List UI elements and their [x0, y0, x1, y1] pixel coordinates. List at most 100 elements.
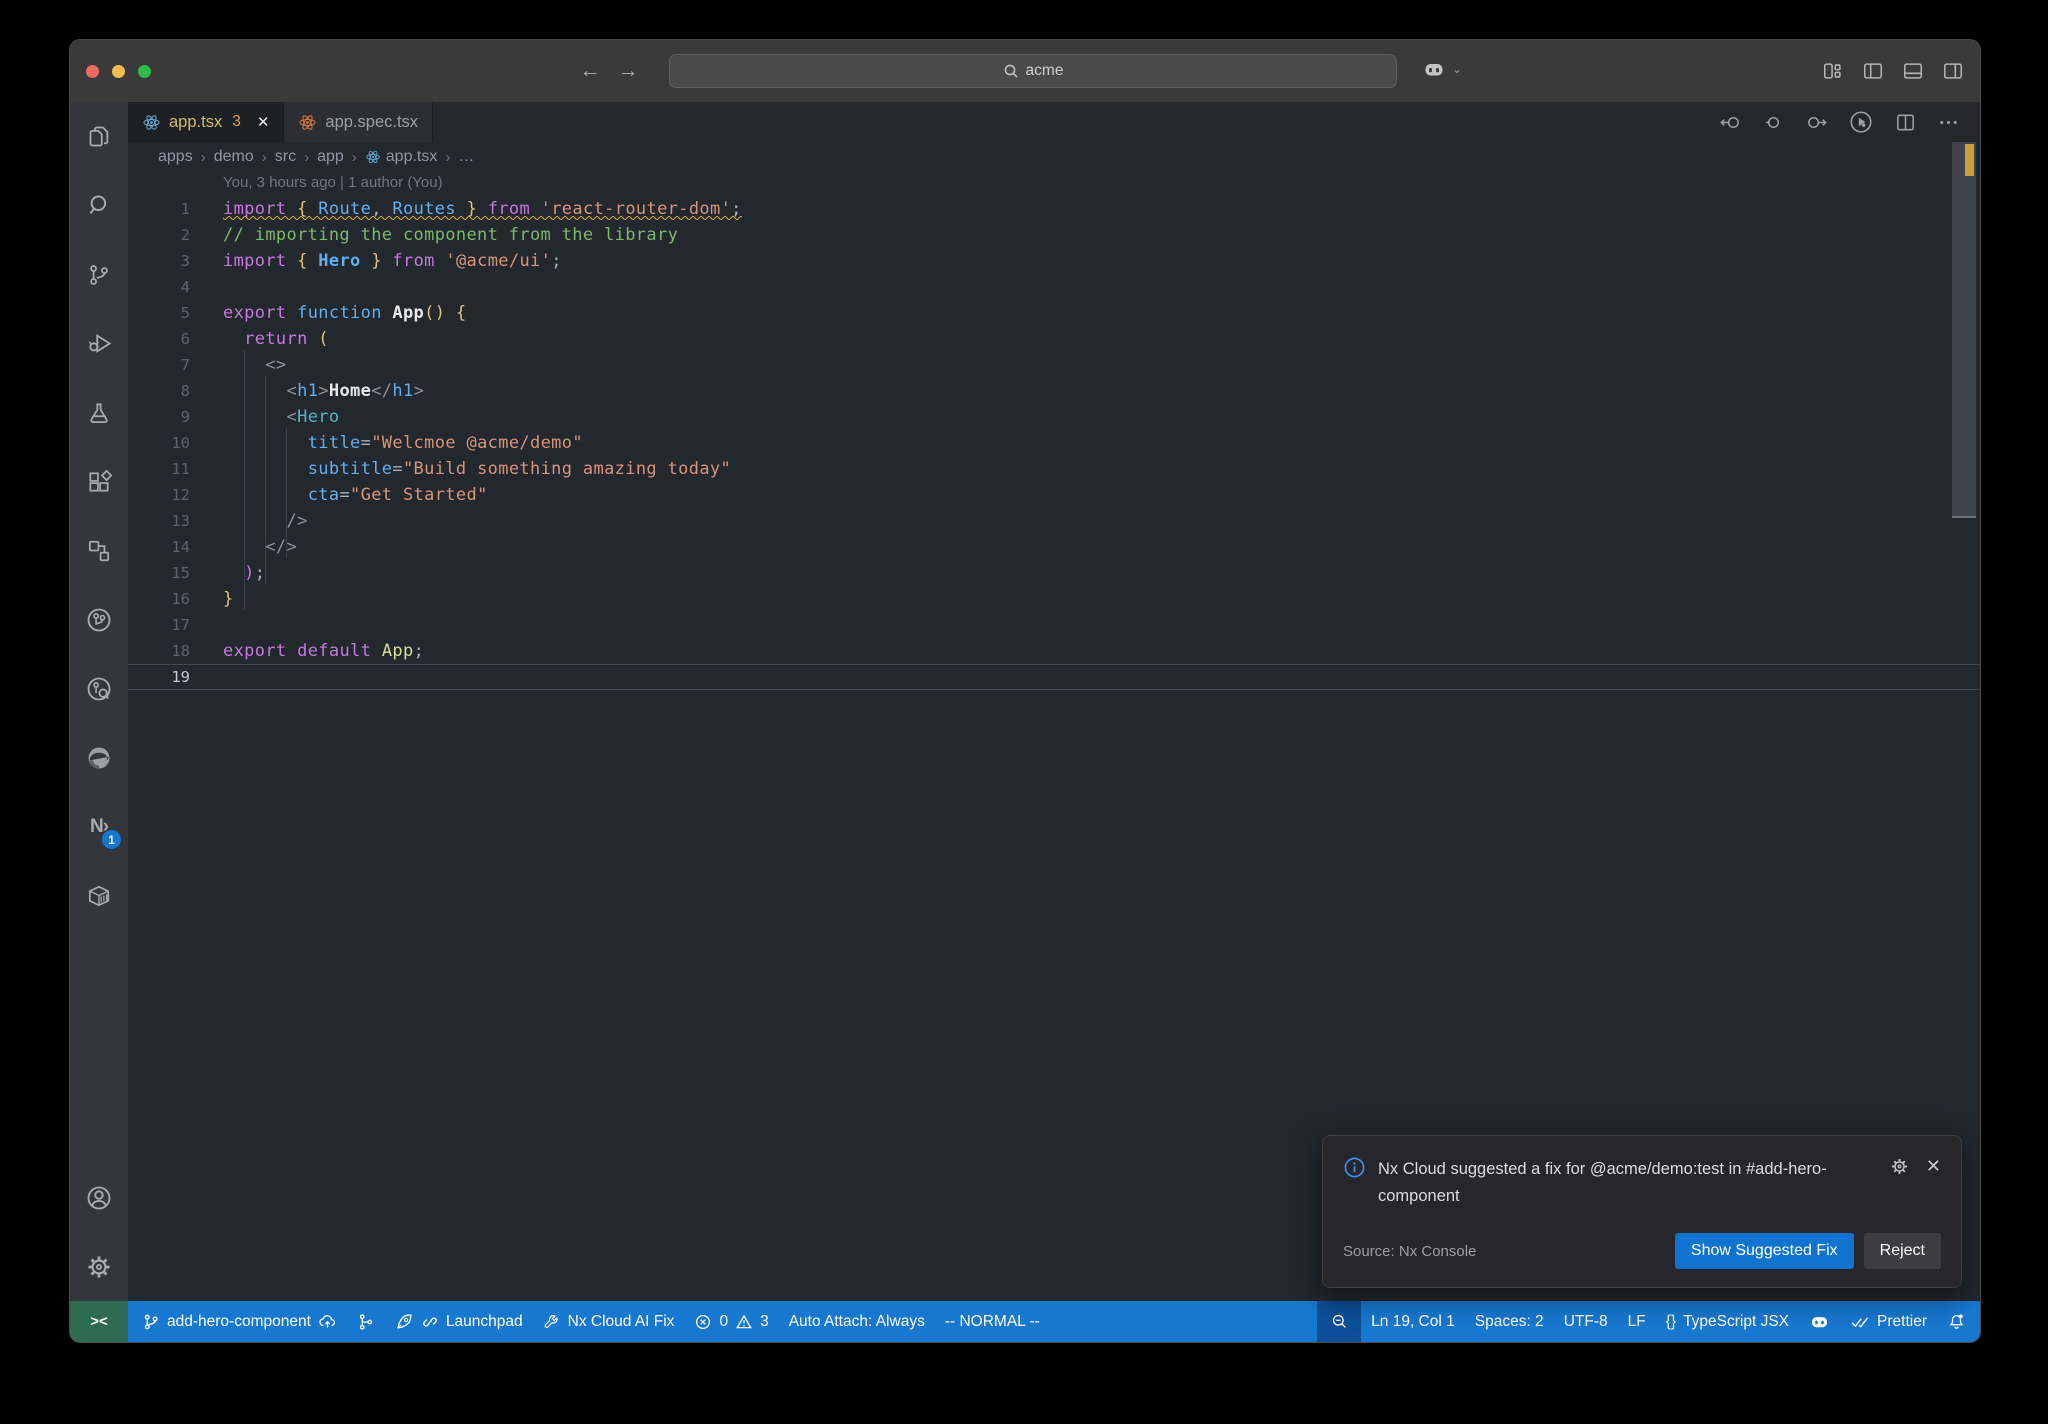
- copilot-menu[interactable]: ⌄: [1422, 57, 1462, 81]
- editor-scrollbar-thumb[interactable]: [1952, 142, 1976, 518]
- code-token: =: [360, 433, 372, 453]
- eol-label: LF: [1627, 1312, 1646, 1330]
- code-line[interactable]: 3 import { Hero } from '@acme/ui';: [128, 248, 1980, 274]
- code-line[interactable]: 4: [128, 274, 1980, 300]
- line-number: 12: [171, 486, 190, 504]
- code-token: {: [297, 251, 308, 271]
- code-line[interactable]: 15 );: [128, 560, 1980, 586]
- double-check-icon: [1851, 1316, 1869, 1328]
- status-vim-mode[interactable]: -- NORMAL --: [935, 1301, 1050, 1342]
- status-branch[interactable]: add-hero-component: [128, 1301, 347, 1342]
- code-line[interactable]: 6 return (: [128, 326, 1980, 352]
- code-token: "Build something amazing today": [402, 459, 732, 479]
- remote-indicator[interactable]: ><: [70, 1301, 128, 1342]
- code-line[interactable]: 10 title="Welcmoe @acme/demo": [128, 430, 1980, 456]
- status-language[interactable]: {} TypeScript JSX: [1656, 1301, 1799, 1342]
- status-formatter[interactable]: Prettier: [1840, 1301, 1937, 1342]
- status-notifications[interactable]: [1937, 1301, 1980, 1342]
- split-editor-icon[interactable]: [1894, 111, 1917, 134]
- breadcrumb-item[interactable]: demo: [214, 148, 254, 166]
- code-token: function: [297, 303, 382, 323]
- code-line[interactable]: 8 <h1>Home</h1>: [128, 378, 1980, 404]
- linked-boxes-icon: [88, 540, 110, 561]
- code-line[interactable]: 18 export default App;: [128, 638, 1980, 664]
- gear-icon[interactable]: [1889, 1156, 1910, 1177]
- toggle-primary-sidebar-icon[interactable]: [1862, 60, 1884, 82]
- status-copilot[interactable]: [1799, 1301, 1840, 1342]
- editor-pane[interactable]: You, 3 hours ago | 1 author (You) 1 impor…: [128, 172, 1980, 1301]
- more-actions-icon[interactable]: [1937, 111, 1960, 134]
- code-line[interactable]: 12 cta="Get Started": [128, 482, 1980, 508]
- status-nx-cloud-fix[interactable]: Nx Cloud AI Fix: [533, 1301, 685, 1342]
- sidebar-item-gitlens-inspect[interactable]: [70, 654, 128, 723]
- code-line[interactable]: 2 // importing the component from the lib…: [128, 222, 1980, 248]
- close-icon[interactable]: ✕: [257, 113, 270, 131]
- toggle-secondary-sidebar-icon[interactable]: [1942, 60, 1964, 82]
- close-icon[interactable]: ✕: [1926, 1156, 1941, 1177]
- nav-back-circle-icon[interactable]: [1719, 111, 1742, 134]
- nav-current-circle-icon[interactable]: [1762, 111, 1785, 134]
- sidebar-item-account[interactable]: [70, 1163, 128, 1232]
- status-commit-graph[interactable]: [347, 1301, 385, 1342]
- sidebar-item-project-structure[interactable]: [70, 516, 128, 585]
- run-icon[interactable]: [1848, 109, 1874, 135]
- nav-forward-circle-icon[interactable]: [1805, 111, 1828, 134]
- line-content: // importing the component from the libr…: [223, 225, 678, 245]
- reject-button[interactable]: Reject: [1863, 1233, 1941, 1269]
- code-line[interactable]: 16}: [128, 586, 1980, 612]
- sidebar-item-gitlens[interactable]: [70, 585, 128, 654]
- breadcrumb-item[interactable]: apps: [158, 148, 193, 166]
- code-line[interactable]: 14 </>: [128, 534, 1980, 560]
- line-number: 7: [180, 356, 190, 374]
- sidebar-item-containers[interactable]: [70, 861, 128, 930]
- breadcrumb-item[interactable]: app: [317, 148, 344, 166]
- sidebar-item-settings[interactable]: [70, 1232, 128, 1301]
- sidebar-item-testing[interactable]: [70, 378, 128, 447]
- code-token: ): [244, 563, 255, 583]
- status-indentation[interactable]: Spaces: 2: [1465, 1301, 1554, 1342]
- history-back-button[interactable]: ←: [575, 56, 605, 86]
- breadcrumb-item-file[interactable]: app.tsx: [365, 148, 437, 166]
- maximize-window-button[interactable]: [138, 65, 151, 78]
- code-line[interactable]: 1 import { Route, Routes } from 'react-ro…: [128, 196, 1980, 222]
- code-token: <: [286, 407, 298, 427]
- command-center-search[interactable]: acme: [669, 54, 1397, 88]
- line-number: 9: [180, 408, 190, 426]
- code-line[interactable]: 9 <Hero: [128, 404, 1980, 430]
- minimize-window-button[interactable]: [112, 65, 125, 78]
- sidebar-item-extensions[interactable]: [70, 447, 128, 516]
- history-forward-button[interactable]: →: [613, 56, 643, 86]
- code-line[interactable]: 13 />: [128, 508, 1980, 534]
- status-launchpad[interactable]: Launchpad: [385, 1301, 533, 1342]
- code-line[interactable]: 7 <>: [128, 352, 1980, 378]
- status-eol[interactable]: LF: [1618, 1301, 1656, 1342]
- copilot-icon: [1425, 64, 1443, 76]
- sidebar-item-nx-console[interactable]: N› 1: [70, 792, 128, 861]
- sidebar-item-search[interactable]: [70, 171, 128, 240]
- tab-app-spec-tsx[interactable]: app.spec.tsx: [284, 102, 434, 142]
- close-window-button[interactable]: [86, 65, 99, 78]
- tab-app-tsx[interactable]: app.tsx 3 ✕: [128, 102, 285, 142]
- line-number: 19: [171, 668, 190, 686]
- code-line[interactable]: 5 export function App() {: [128, 300, 1980, 326]
- breadcrumb-item[interactable]: src: [275, 148, 296, 166]
- sidebar-item-source-control[interactable]: [70, 240, 128, 309]
- customize-layout-icon[interactable]: [1822, 60, 1844, 82]
- sidebar-item-run-debug[interactable]: [70, 309, 128, 378]
- toggle-panel-icon[interactable]: [1902, 60, 1924, 82]
- show-suggested-fix-button[interactable]: Show Suggested Fix: [1674, 1233, 1854, 1269]
- code-line[interactable]: 17: [128, 612, 1980, 638]
- code-line[interactable]: 19: [128, 664, 1980, 690]
- sidebar-item-explorer[interactable]: [70, 102, 128, 171]
- sidebar-item-edge-browser[interactable]: [70, 723, 128, 792]
- status-problems[interactable]: 0 3: [684, 1301, 778, 1342]
- status-cursor-position[interactable]: Ln 19, Col 1: [1361, 1301, 1465, 1342]
- code-line[interactable]: 11 subtitle="Build something amazing tod…: [128, 456, 1980, 482]
- breadcrumb-item-symbol[interactable]: …: [458, 148, 474, 166]
- code-token: }: [466, 199, 478, 219]
- status-auto-attach[interactable]: Auto Attach: Always: [779, 1301, 935, 1342]
- status-encoding[interactable]: UTF-8: [1554, 1301, 1618, 1342]
- line-number: 14: [171, 538, 190, 556]
- status-zoom-indicator[interactable]: [1317, 1301, 1362, 1342]
